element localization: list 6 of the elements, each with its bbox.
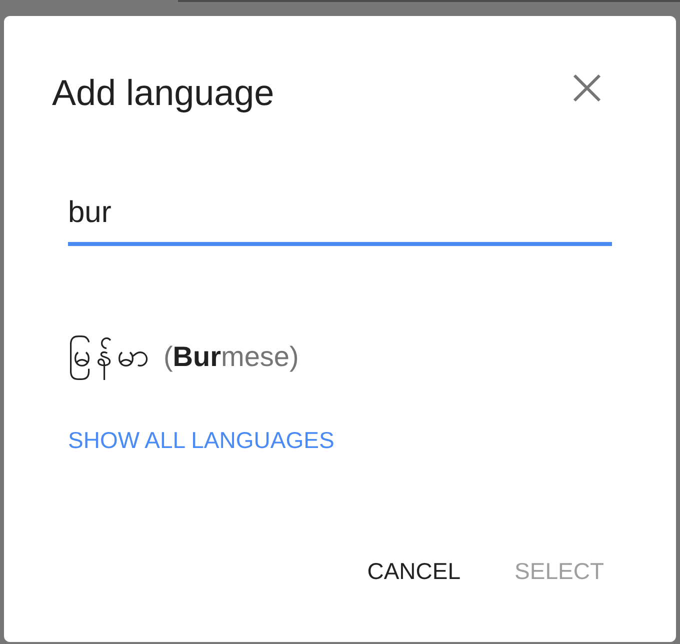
dialog-title: Add language	[52, 71, 274, 115]
close-icon	[573, 74, 601, 102]
search-field[interactable]: bur	[68, 193, 612, 246]
dialog-button[interactable]: CANCEL	[355, 548, 473, 594]
close-button[interactable]	[573, 74, 601, 102]
language-option[interactable]: မြန်မာ (Burmese)	[68, 330, 299, 380]
